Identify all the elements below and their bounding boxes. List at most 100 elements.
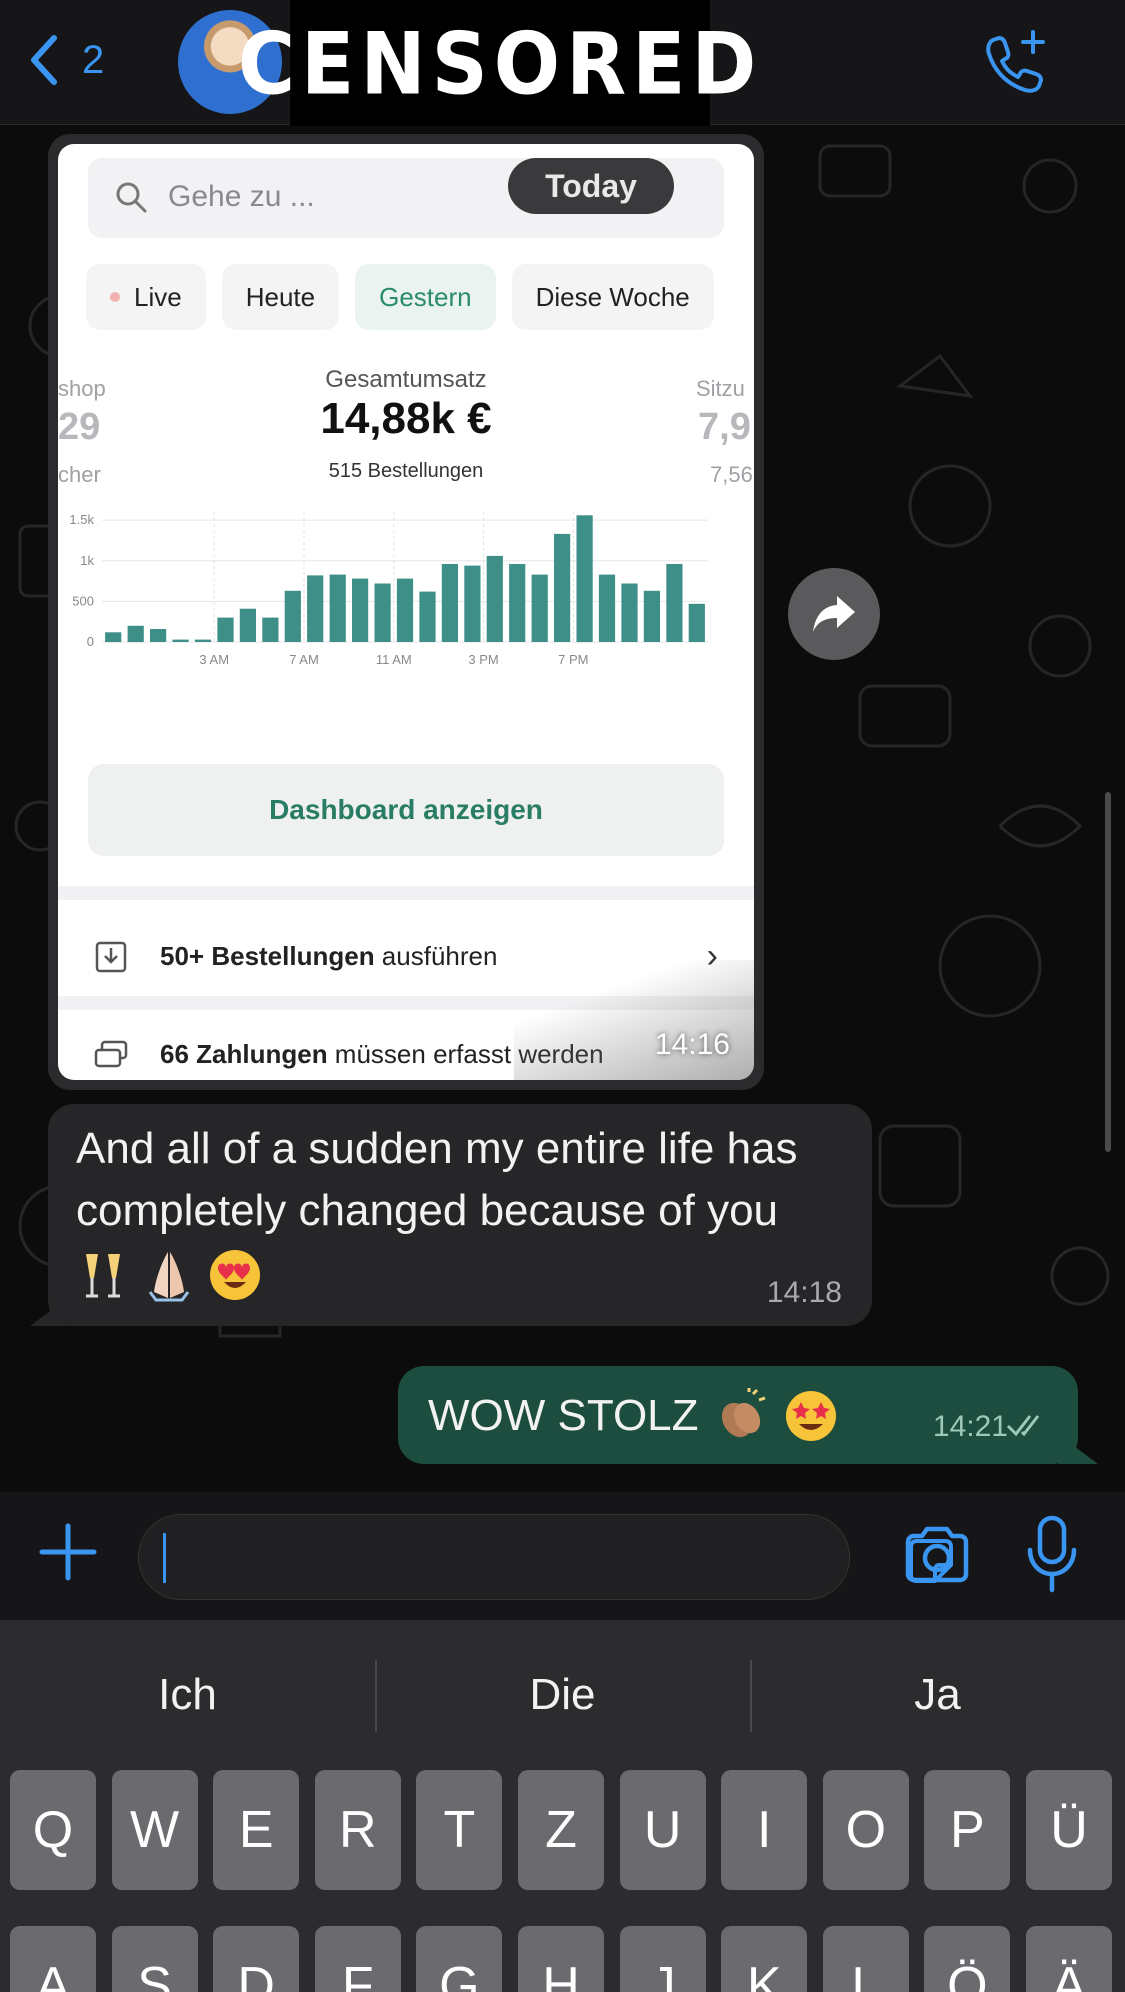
cards-icon [94, 1040, 128, 1068]
chart-bar [329, 574, 346, 642]
outgoing-text: WOW STOLZ [428, 1391, 699, 1440]
key-r[interactable]: R [314, 1770, 401, 1890]
clapping-hands-icon [721, 1388, 765, 1438]
chart-bar [576, 515, 593, 643]
back-button[interactable]: 2 [24, 30, 134, 90]
chart-bar [127, 625, 144, 643]
key-e[interactable]: E [213, 1770, 300, 1890]
x-tick-label: 7 AM [289, 652, 319, 667]
chart-bar [194, 639, 212, 642]
suggestion-1[interactable]: Ich [0, 1620, 375, 1770]
key-p[interactable]: P [924, 1770, 1011, 1890]
chart-bar [621, 583, 638, 642]
right-stat-value: 7,9 [698, 406, 751, 448]
plus-icon[interactable] [36, 1520, 100, 1584]
scrollbar[interactable] [1105, 792, 1111, 1152]
key-a[interactable]: A [10, 1926, 96, 1992]
screenshot-image: Gehe zu ... Today Live Heute Gestern Die… [58, 144, 754, 1080]
key-i[interactable]: I [721, 1770, 808, 1890]
chart-bar [419, 591, 436, 642]
y-tick-label: 1.5k [69, 512, 94, 527]
period-chips: Live Heute Gestern Diese Woche [86, 264, 714, 330]
chart-bar [509, 564, 526, 642]
unread-count: 2 [82, 37, 105, 82]
main-stat-sub: 515 Bestellungen [328, 460, 484, 482]
outgoing-timestamp: 14:21 [932, 1410, 1008, 1443]
chart-bar [643, 590, 660, 642]
key-u[interactable]: U [619, 1770, 706, 1890]
key-k[interactable]: K [721, 1926, 808, 1992]
message-composer [0, 1492, 1125, 1620]
outgoing-message[interactable]: WOW STOLZ 14:21 [398, 1366, 1078, 1464]
y-tick-label: 1k [80, 553, 94, 568]
key-h[interactable]: H [518, 1926, 604, 1992]
microphone-icon[interactable] [1024, 1514, 1080, 1594]
key-o[interactable]: O [822, 1770, 909, 1890]
chart-bar [172, 639, 189, 642]
key-s[interactable]: S [111, 1926, 198, 1992]
incoming-message[interactable]: And all of a sudden my entire life has c… [48, 1104, 872, 1326]
camera-icon[interactable] [902, 1520, 972, 1590]
key-ö[interactable]: Ö [924, 1926, 1011, 1992]
key-ä[interactable]: Ä [1026, 1926, 1112, 1992]
image-message[interactable]: Gehe zu ... Today Live Heute Gestern Die… [48, 134, 764, 1090]
chip-heute: Heute [221, 264, 340, 330]
champagne-glasses-icon [86, 1254, 120, 1298]
add-call-icon[interactable] [975, 24, 1055, 104]
chip-gestern: Gestern [355, 264, 496, 330]
key-q[interactable]: Q [10, 1770, 96, 1890]
key-d[interactable]: D [213, 1926, 300, 1992]
chat-area[interactable]: Gehe zu ... Today Live Heute Gestern Die… [0, 126, 1125, 1492]
dashboard-button: Dashboard anzeigen [88, 764, 724, 856]
key-j[interactable]: J [619, 1926, 706, 1992]
live-dot-icon [110, 292, 120, 302]
x-tick-label: 11 AM [376, 652, 412, 667]
main-stat-title: Gesamtumsatz [325, 366, 487, 393]
chip-live-label: Live [134, 281, 182, 312]
chat-header: 2 CENSORED [0, 0, 1125, 130]
chevron-left-icon [31, 35, 57, 85]
forward-arrow-icon [813, 596, 855, 632]
suggestion-bar: Ich Die Ja [0, 1620, 1125, 1770]
orders-row-bold: 50+ Bestellungen [160, 940, 375, 971]
y-tick-label: 0 [87, 634, 94, 649]
key-w[interactable]: W [111, 1770, 198, 1890]
key-t[interactable]: T [416, 1770, 503, 1890]
chart-bar [666, 564, 683, 642]
chart-bar [352, 578, 369, 642]
forward-button[interactable] [788, 568, 880, 660]
chart-bar [688, 603, 705, 642]
chart-bar [105, 632, 122, 643]
key-z[interactable]: Z [518, 1770, 604, 1890]
chart-bar [284, 590, 301, 642]
suggestion-2[interactable]: Die [375, 1620, 750, 1770]
search-icon [116, 182, 147, 213]
chip-heute-label: Heute [245, 281, 316, 312]
chip-gestern-label: Gestern [379, 281, 472, 312]
key-g[interactable]: G [416, 1926, 503, 1992]
chart-bar [217, 617, 234, 642]
chip-live: Live [86, 264, 206, 330]
chart-bar [396, 578, 414, 642]
right-stat-title: Sitzu [696, 376, 745, 401]
censored-contact-name[interactable]: CENSORED [238, 0, 756, 130]
chart-bar [554, 533, 571, 642]
text-caret [163, 1533, 166, 1583]
incoming-text: And all of a sudden my entire life has c… [76, 1124, 798, 1235]
key-l[interactable]: L [822, 1926, 909, 1992]
chip-diese-woche-label: Diese Woche [535, 281, 690, 312]
chart-bar [441, 564, 458, 642]
chart-bar [150, 629, 167, 642]
hourly-sales-chart: 0 500 1k 1.5k 3 AM 7 AM 11 AM 3 PM 7 PM [69, 512, 708, 667]
today-pill: Today [508, 158, 674, 214]
key-f[interactable]: F [314, 1926, 401, 1992]
search-placeholder: Gehe zu ... [168, 180, 315, 213]
download-tray-icon [95, 941, 127, 973]
message-input[interactable] [138, 1514, 953, 1600]
suggestion-3[interactable]: Ja [750, 1620, 1125, 1770]
emoji-group [76, 1248, 262, 1302]
keyboard: Ich Die Ja QWERTZUIOPÜ ASDFGHJKLÖÄ [0, 1620, 1125, 1992]
key-ü[interactable]: Ü [1026, 1770, 1112, 1890]
main-stat-value: 14,88k € [320, 394, 492, 443]
chart-bar [239, 608, 256, 642]
